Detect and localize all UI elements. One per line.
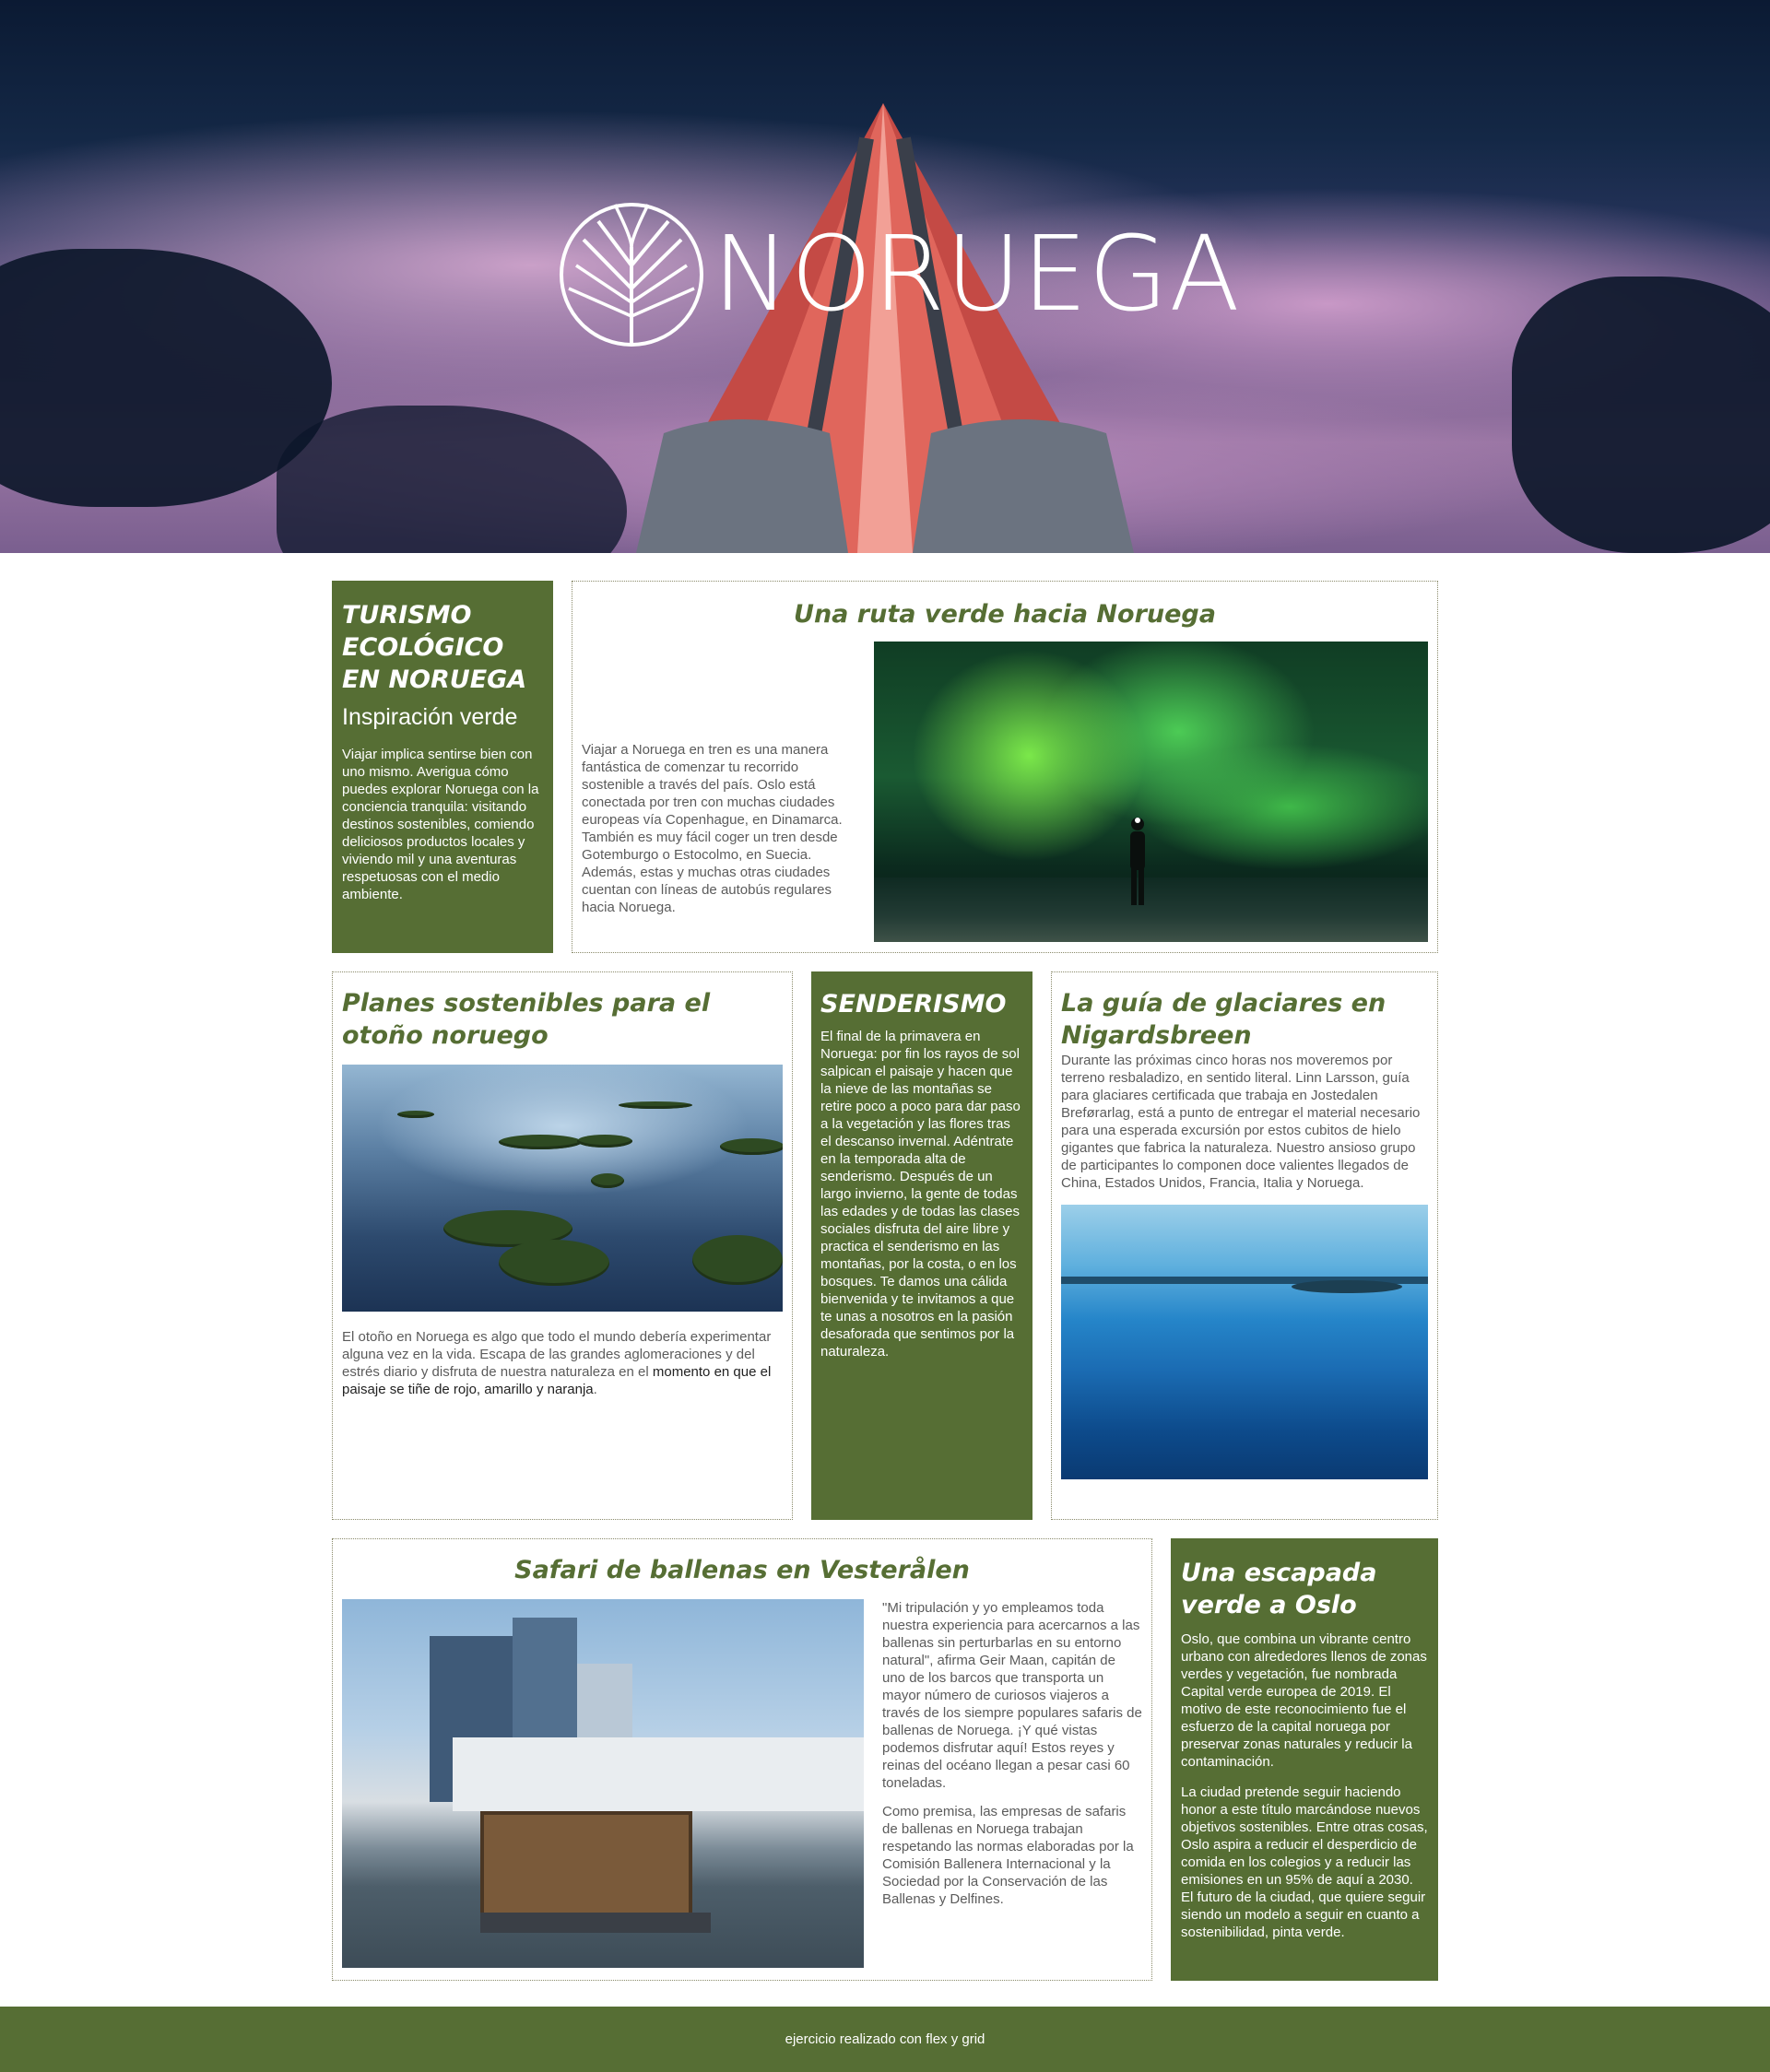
oslo-title: Una escapada verde a Oslo: [1181, 1559, 1377, 1620]
planes-text: El otoño en Noruega es algo que todo el …: [342, 1328, 783, 1398]
leaf-circle-logo-icon: [560, 203, 703, 347]
safari-content: "Mi tripulación y yo empleamos toda nues…: [342, 1599, 1142, 1969]
green-route-card: Una ruta verde hacia Noruega Viajar a No…: [572, 581, 1438, 953]
planes-title: Planes sostenibles para el otoño noruego: [342, 989, 711, 1051]
lake-island: [1292, 1280, 1402, 1294]
hiking-card: SENDERISMO El final de la primavera en N…: [811, 971, 1032, 1520]
island: [720, 1138, 783, 1156]
ruta-text: Viajar a Noruega en tren es una manera f…: [582, 742, 843, 916]
main-content: TURISMO ECOLÓGICO EN NORUEGA Inspiración…: [332, 581, 1438, 1981]
oslo-getaway-card: Una escapada verde a Oslo Oslo, que comb…: [1171, 1538, 1438, 1981]
glacier-guide-card: La guía de glaciares en Nigardsbreen Dur…: [1051, 971, 1438, 1520]
site-footer: ejercicio realizado con flex y grid: [0, 2007, 1770, 2072]
senderismo-text: El final de la primavera en Noruega: por…: [820, 1029, 1021, 1360]
safari-text-1: "Mi tripulación y yo empleamos toda nues…: [882, 1600, 1142, 1792]
blue-lake-image: [1061, 1205, 1428, 1480]
glaciares-title: La guía de glaciares en Nigardsbreen: [1061, 989, 1386, 1051]
footer-text: ejercicio realizado con flex y grid: [785, 2031, 985, 2047]
person-silhouette-icon: [1130, 818, 1146, 906]
island: [397, 1111, 434, 1119]
ruta-title: Una ruta verde hacia Noruega: [794, 600, 1216, 629]
safari-text-column: "Mi tripulación y yo empleamos toda nues…: [882, 1599, 1142, 1968]
island: [499, 1240, 609, 1287]
eco-tourism-card: TURISMO ECOLÓGICO EN NORUEGA Inspiración…: [332, 581, 553, 953]
sauna-raft: [480, 1811, 692, 1923]
glaciares-text: Durante las próximas cinco horas nos mov…: [1061, 1053, 1421, 1192]
oslo-text-1: Oslo, que combina un vibrante centro urb…: [1181, 1631, 1427, 1771]
row-2: Planes sostenibles para el otoño noruego…: [332, 971, 1438, 1520]
eco-text: Viajar implica sentirse bien con uno mis…: [342, 747, 539, 902]
row-3: Safari de ballenas en Vesterålen "Mi tri…: [332, 1538, 1438, 1981]
eco-title: TURISMO ECOLÓGICO EN NORUEGA: [342, 601, 527, 694]
northern-lights-image: [874, 642, 1428, 943]
safari-title: Safari de ballenas en Vesterålen: [514, 1556, 970, 1584]
safari-text-2: Como premisa, las empresas de safaris de…: [882, 1804, 1134, 1908]
ruta-content: Viajar a Noruega en tren es una manera f…: [582, 642, 1428, 943]
island: [499, 1135, 582, 1150]
planes-text-end: .: [593, 1382, 597, 1398]
island: [692, 1235, 783, 1286]
aurora-ground: [874, 877, 1428, 943]
oslo-sauna-boat-image: [342, 1599, 864, 1969]
opera-house: [453, 1737, 864, 1812]
island: [577, 1135, 632, 1148]
sauna-raft-base: [480, 1913, 711, 1934]
lake-islands-image: [342, 1065, 783, 1313]
site-logo[interactable]: NORUEGA: [558, 201, 1241, 348]
autumn-plans-card: Planes sostenibles para el otoño noruego…: [332, 971, 793, 1520]
whale-safari-card: Safari de ballenas en Vesterålen "Mi tri…: [332, 1538, 1152, 1981]
island: [591, 1173, 624, 1189]
eco-subtitle: Inspiración verde: [342, 704, 518, 730]
hero-banner: NORUEGA: [0, 0, 1770, 553]
logo-title: NORUEGA: [713, 215, 1241, 335]
row-1: TURISMO ECOLÓGICO EN NORUEGA Inspiración…: [332, 581, 1438, 953]
oslo-text-2: La ciudad pretende seguir haciendo honor…: [1181, 1784, 1428, 1941]
senderismo-title: SENDERISMO: [820, 990, 1007, 1018]
island: [619, 1101, 692, 1110]
